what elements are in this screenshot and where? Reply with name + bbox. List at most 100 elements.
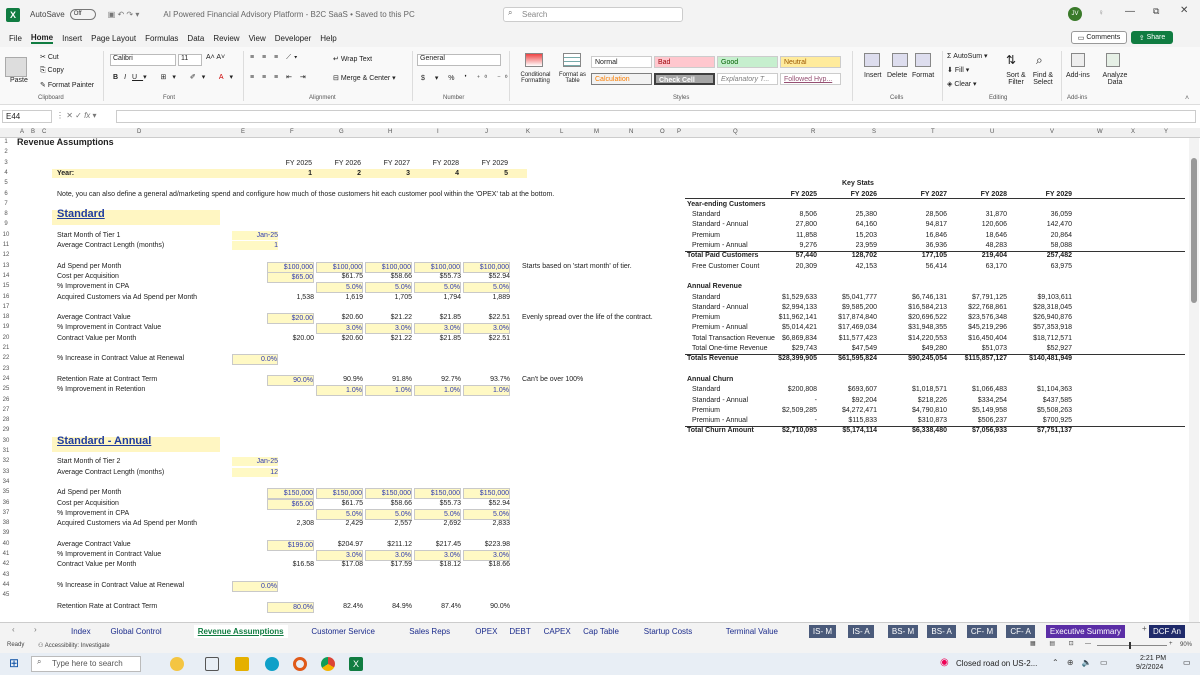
row-header[interactable]: 38 bbox=[0, 520, 12, 526]
column-header[interactable]: X bbox=[1131, 129, 1135, 135]
tab-scroll-right-icon[interactable]: › bbox=[34, 625, 37, 634]
row-header[interactable]: 32 bbox=[0, 458, 12, 464]
comments-button[interactable]: ▭ Comments bbox=[1071, 31, 1127, 44]
format-cells-icon[interactable] bbox=[915, 53, 931, 67]
format-painter-button[interactable]: ✎ Format Painter bbox=[40, 81, 94, 89]
style-good[interactable]: Good bbox=[717, 56, 778, 68]
align-left-icon[interactable]: ≡ ≡ ≡ ⇤ ⇥ bbox=[250, 73, 309, 81]
row-header[interactable]: 21 bbox=[0, 345, 12, 351]
sheet-tab[interactable]: Sales Reps bbox=[405, 625, 454, 638]
column-header[interactable]: N bbox=[629, 129, 633, 135]
row-header[interactable]: 13 bbox=[0, 263, 12, 269]
row-header[interactable]: 11 bbox=[0, 242, 12, 248]
row-header[interactable]: 39 bbox=[0, 530, 12, 536]
row-header[interactable]: 37 bbox=[0, 510, 12, 516]
row-header[interactable]: 15 bbox=[0, 283, 12, 289]
row-header[interactable]: 2 bbox=[0, 149, 12, 155]
add-ins-button[interactable]: Add-ins bbox=[1066, 72, 1090, 79]
sheet-tab[interactable]: Startup Costs bbox=[640, 625, 696, 638]
scroll-thumb[interactable] bbox=[1191, 158, 1197, 303]
formula-input[interactable] bbox=[116, 110, 1196, 123]
row-header[interactable]: 34 bbox=[0, 479, 12, 485]
sheet-tab[interactable]: CF- A bbox=[1006, 625, 1035, 638]
column-header[interactable]: K bbox=[526, 129, 530, 135]
avg-contract-value-cell[interactable]: $20.00 bbox=[267, 313, 314, 325]
zoom-level[interactable]: 90% bbox=[1180, 642, 1192, 648]
autosave-toggle[interactable]: Off bbox=[69, 9, 96, 20]
minimize-icon[interactable]: — bbox=[1125, 6, 1135, 17]
contract-length-input[interactable]: 1 bbox=[232, 241, 278, 250]
notifications-icon[interactable]: ▭ bbox=[1183, 658, 1191, 667]
avg-contract-value-cell[interactable]: $199.00 bbox=[267, 539, 314, 551]
menu-formulas[interactable]: Formulas bbox=[145, 34, 178, 43]
weather-status[interactable]: Closed road on US-2... bbox=[956, 659, 1037, 668]
renewal-increase-input[interactable]: 0.0% bbox=[232, 580, 278, 592]
excel-taskbar-icon[interactable]: X bbox=[349, 657, 363, 671]
task-view-icon[interactable] bbox=[205, 657, 219, 671]
zoom-slider[interactable] bbox=[1097, 645, 1167, 646]
row-header[interactable]: 36 bbox=[0, 500, 12, 506]
sheet-tab[interactable]: Customer Service bbox=[307, 625, 379, 638]
delete-button[interactable]: Delete bbox=[887, 72, 907, 79]
row-header[interactable]: 9 bbox=[0, 221, 12, 227]
row-header[interactable]: 27 bbox=[0, 407, 12, 413]
sheet-tab[interactable]: BS- A bbox=[927, 625, 956, 638]
column-header[interactable]: A bbox=[20, 129, 24, 135]
bold-italic-underline-icons[interactable]: BIU▾ ⊞▾ ✐▾ A▾ bbox=[113, 73, 239, 81]
style-calculation[interactable]: Calculation bbox=[591, 73, 652, 85]
menu-page-layout[interactable]: Page Layout bbox=[91, 34, 136, 43]
style-neutral[interactable]: Neutral bbox=[780, 56, 841, 68]
start-month-input[interactable]: Jan-25 bbox=[232, 457, 278, 467]
autosum-button[interactable]: Σ AutoSum ▾ bbox=[947, 52, 988, 60]
column-header[interactable]: D bbox=[137, 129, 141, 135]
column-header[interactable]: J bbox=[485, 129, 488, 135]
sheet-tab[interactable]: Global Control bbox=[107, 625, 166, 638]
column-header[interactable]: O bbox=[660, 129, 665, 135]
row-header[interactable]: 24 bbox=[0, 376, 12, 382]
paste-icon[interactable] bbox=[5, 57, 27, 77]
column-header[interactable]: C bbox=[42, 129, 46, 135]
sheet-tab[interactable]: CAPEX bbox=[540, 625, 575, 638]
find-icon[interactable]: ⌕ bbox=[1036, 53, 1043, 68]
row-header[interactable]: 40 bbox=[0, 541, 12, 547]
column-header[interactable]: S bbox=[872, 129, 876, 135]
row-header[interactable]: 30 bbox=[0, 438, 12, 444]
delete-cells-icon[interactable] bbox=[892, 53, 908, 67]
column-header[interactable]: P bbox=[677, 129, 681, 135]
column-header[interactable]: W bbox=[1097, 129, 1103, 135]
save-icon[interactable]: ▣ ↶ ↷ ▾ bbox=[108, 10, 140, 19]
row-header[interactable]: 8 bbox=[0, 211, 12, 217]
cut-button[interactable]: ✂ Cut bbox=[40, 53, 59, 61]
row-header[interactable]: 6 bbox=[0, 191, 12, 197]
row-header[interactable]: 26 bbox=[0, 397, 12, 403]
contract-length-input[interactable]: 12 bbox=[232, 467, 278, 477]
format-button[interactable]: Format bbox=[912, 72, 934, 79]
chrome-icon[interactable] bbox=[321, 657, 335, 671]
analyze-data-button[interactable]: Analyze Data bbox=[1101, 72, 1129, 86]
menu-developer[interactable]: Developer bbox=[275, 34, 311, 43]
row-header[interactable]: 17 bbox=[0, 304, 12, 310]
row-header[interactable]: 7 bbox=[0, 201, 12, 207]
column-header[interactable]: T bbox=[931, 129, 935, 135]
tab-scroll-left-icon[interactable]: ‹ bbox=[12, 625, 15, 634]
retention-rate-cell[interactable]: 90.0% bbox=[267, 374, 314, 386]
sheet-tab[interactable]: Revenue Assumptions bbox=[193, 625, 288, 638]
sort-filter-icon[interactable]: ⇅ bbox=[1006, 53, 1016, 67]
column-header[interactable]: R bbox=[811, 129, 815, 135]
add-sheet-icon[interactable]: + bbox=[1142, 624, 1147, 633]
column-header[interactable]: Q bbox=[733, 129, 738, 135]
news-widget-icon[interactable] bbox=[170, 657, 184, 671]
column-header[interactable]: F bbox=[290, 129, 294, 135]
row-header[interactable]: 16 bbox=[0, 294, 12, 300]
column-header[interactable]: E bbox=[241, 129, 245, 135]
lightbulb-icon[interactable]: ♀ bbox=[1098, 8, 1104, 17]
clear-button[interactable]: ◈ Clear ▾ bbox=[947, 80, 977, 88]
cpa-cell[interactable]: $65.00 bbox=[267, 271, 314, 283]
share-button[interactable]: ⇪ Share bbox=[1131, 31, 1173, 44]
style-followed-hyperlink[interactable]: Followed Hyp... bbox=[780, 73, 841, 85]
row-header[interactable]: 44 bbox=[0, 582, 12, 588]
sheet-tab[interactable]: Terminal Value bbox=[722, 625, 782, 638]
system-tray-icons[interactable]: ⌃ ⊕ 🔈 ▭ bbox=[1052, 658, 1111, 667]
zoom-out-icon[interactable]: — bbox=[1085, 641, 1091, 647]
close-icon[interactable]: ✕ bbox=[1180, 5, 1188, 16]
